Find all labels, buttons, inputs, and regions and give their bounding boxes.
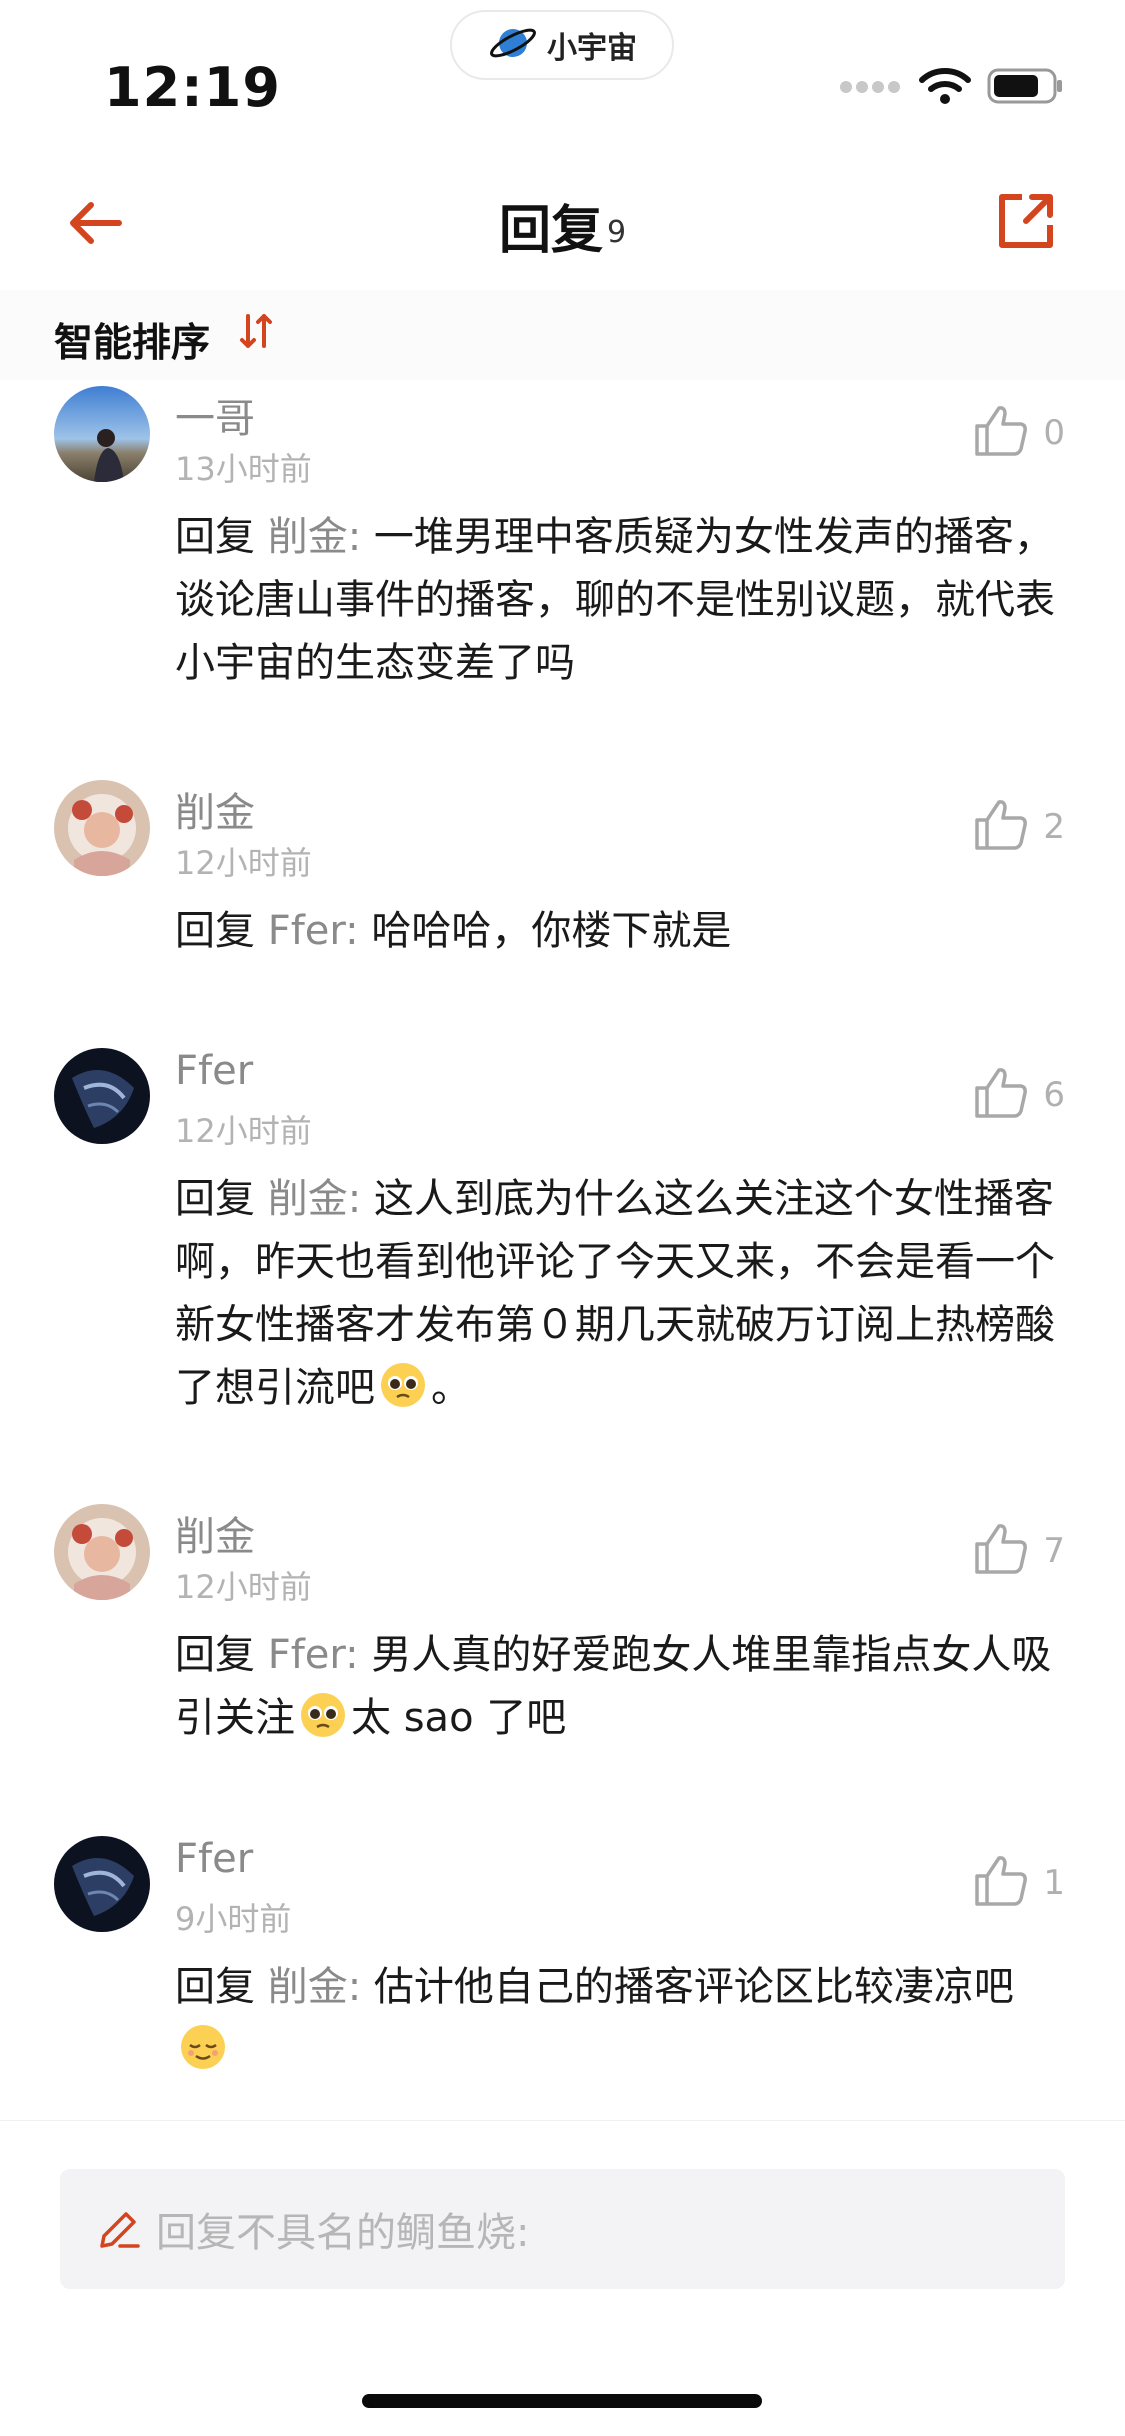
- comment-text: 哈哈哈，你楼下就是: [358, 908, 732, 954]
- comment-author[interactable]: Ffer: [175, 1048, 253, 1094]
- like-count: 2: [1043, 807, 1065, 847]
- comment-body: 回复 削金: 这人到底为什么这么关注这个女性播客啊，昨天也看到他评论了今天又来，…: [175, 1168, 1065, 1420]
- reply-input[interactable]: 回复不具名的鲷鱼烧:: [60, 2169, 1065, 2289]
- pencil-icon: [96, 2206, 142, 2252]
- like-count: 1: [1043, 1863, 1065, 1903]
- thumbs-up-icon: [973, 1066, 1029, 1124]
- like-count: 0: [1043, 413, 1065, 453]
- sort-arrows-icon: [238, 312, 274, 359]
- avatar[interactable]: [54, 386, 150, 482]
- comment-body: 回复 削金: 估计他自己的播客评论区比较凄凉吧: [175, 1956, 1065, 2082]
- reply-target[interactable]: Ffer:: [268, 908, 359, 954]
- page-title: 回复 9: [0, 188, 1125, 263]
- like-count: 7: [1043, 1531, 1065, 1571]
- like-button[interactable]: 6: [973, 1066, 1065, 1124]
- reply-target[interactable]: 削金:: [268, 1964, 361, 2010]
- thumbs-up-icon: [973, 404, 1029, 462]
- comment-text: 估计他自己的播客评论区比较凄凉吧: [361, 1964, 1014, 2010]
- like-button[interactable]: 2: [973, 798, 1065, 856]
- reply-prefix: 回复: [175, 908, 255, 954]
- wifi-icon: [919, 66, 971, 110]
- comment-item: 削金 12小时前 2 回复 Ffer: 哈哈哈，你楼下就是: [0, 780, 1125, 980]
- comment-item: Ffer 9小时前 1 回复 削金: 估计他自己的播客评论区比较凄凉吧: [0, 1836, 1125, 2126]
- reply-placeholder: 回复不具名的鲷鱼烧:: [156, 2210, 530, 2256]
- app-pill[interactable]: 小宇宙: [450, 10, 674, 80]
- comment-text-suffix: 太 sao 了吧: [351, 1695, 567, 1741]
- comment-item: 削金 12小时前 7 回复 Ffer: 男人真的好爱跑女人堆里靠指点女人吸引关注…: [0, 1504, 1125, 1804]
- reply-bar: 回复不具名的鲷鱼烧:: [0, 2120, 1125, 2436]
- relieved-face-emoji-icon: [179, 2023, 227, 2071]
- comment-item: 一哥 13小时前 0 回复 削金: 一堆男理中客质疑为女性发声的播客，谈论唐山事…: [0, 386, 1125, 716]
- comment-time: 12小时前: [175, 1568, 312, 1606]
- thumbs-up-icon: [973, 1854, 1029, 1912]
- comment-author[interactable]: 一哥: [175, 386, 255, 444]
- status-time: 12:19: [104, 56, 281, 119]
- pleading-face-emoji-icon: [299, 1691, 347, 1739]
- avatar[interactable]: [54, 780, 150, 876]
- reply-target[interactable]: Ffer:: [268, 1632, 359, 1678]
- avatar[interactable]: [54, 1504, 150, 1600]
- share-external-icon: [996, 191, 1056, 255]
- like-button[interactable]: 7: [973, 1522, 1065, 1580]
- home-indicator[interactable]: [362, 2394, 762, 2408]
- thumbs-up-icon: [973, 798, 1029, 856]
- comment-author[interactable]: 削金: [175, 780, 255, 838]
- avatar[interactable]: [54, 1048, 150, 1144]
- reply-prefix: 回复: [175, 514, 255, 560]
- comment-time: 9小时前: [175, 1900, 292, 1938]
- reply-target[interactable]: 削金:: [268, 1176, 361, 1222]
- reply-prefix: 回复: [175, 1964, 255, 2010]
- status-bar: 12:19 小宇宙: [0, 0, 1125, 150]
- comment-body: 回复 Ffer: 男人真的好爱跑女人堆里靠指点女人吸引关注太 sao 了吧: [175, 1624, 1065, 1750]
- comment-author[interactable]: Ffer: [175, 1836, 253, 1882]
- comment-body: 回复 削金: 一堆男理中客质疑为女性发声的播客，谈论唐山事件的播客，聊的不是性别…: [175, 506, 1065, 695]
- avatar[interactable]: [54, 1836, 150, 1932]
- comment-item: Ffer 12小时前 6 回复 削金: 这人到底为什么这么关注这个女性播客啊，昨…: [0, 1048, 1125, 1428]
- reply-prefix: 回复: [175, 1176, 255, 1222]
- sort-row[interactable]: 智能排序: [0, 290, 1125, 380]
- planet-icon: [487, 23, 539, 67]
- nav-bar: 回复 9: [0, 160, 1125, 290]
- reply-count: 9: [606, 214, 627, 250]
- like-button[interactable]: 1: [973, 1854, 1065, 1912]
- comment-body: 回复 Ffer: 哈哈哈，你楼下就是: [175, 900, 1065, 963]
- like-button[interactable]: 0: [973, 404, 1065, 462]
- page-title-text: 回复: [498, 201, 603, 261]
- comment-time: 13小时前: [175, 450, 312, 488]
- sort-label: 智能排序: [54, 321, 211, 366]
- app-pill-label: 小宇宙: [547, 31, 637, 66]
- like-count: 6: [1043, 1075, 1065, 1115]
- comment-author[interactable]: 削金: [175, 1504, 255, 1562]
- reply-target[interactable]: 削金:: [268, 514, 361, 560]
- comment-time: 12小时前: [175, 844, 312, 882]
- reply-page: 12:19 小宇宙 回复 9 智能排序 一哥 13小时前 0 回复 削金: 一堆…: [0, 0, 1125, 2436]
- pleading-face-emoji-icon: [379, 1361, 427, 1409]
- status-icons: [839, 66, 1065, 110]
- thumbs-up-icon: [973, 1522, 1029, 1580]
- comment-text-suffix: 。: [431, 1365, 471, 1411]
- share-button[interactable]: [991, 188, 1061, 258]
- signal-dots-icon: [839, 79, 903, 98]
- comment-time: 12小时前: [175, 1112, 312, 1150]
- battery-icon: [987, 66, 1065, 110]
- reply-prefix: 回复: [175, 1632, 255, 1678]
